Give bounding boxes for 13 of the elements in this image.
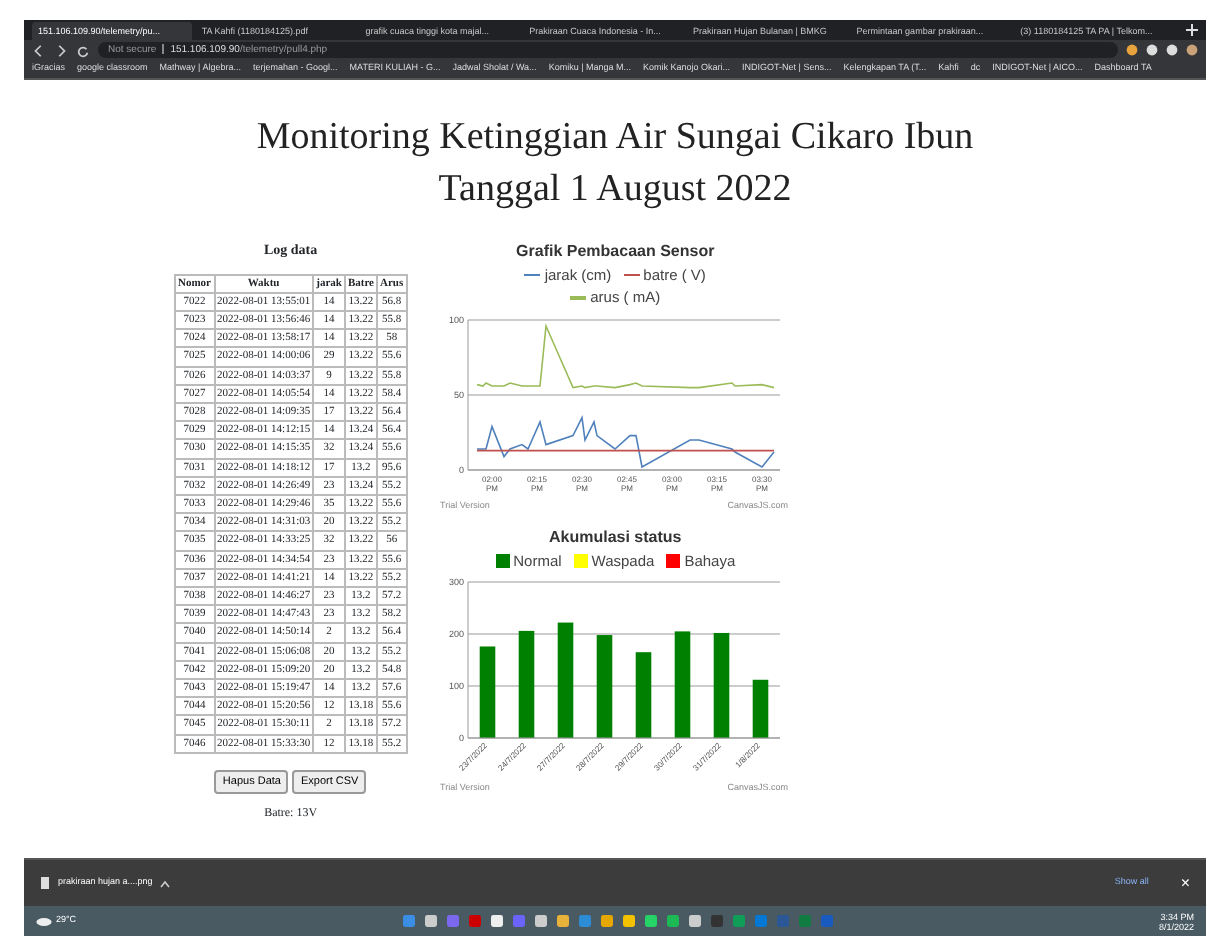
chart-title: Akumulasi status bbox=[547, 525, 684, 549]
caret-icon[interactable] bbox=[160, 879, 171, 887]
page-title: Tanggal 1 August 2022 bbox=[436, 166, 794, 214]
cloud-icon bbox=[36, 916, 52, 926]
page-title: Monitoring Ketinggian Air Sungai Cikaro Ibun bbox=[254, 114, 976, 162]
forward-icon[interactable] bbox=[54, 43, 68, 57]
reload-icon[interactable] bbox=[76, 43, 90, 57]
file-icon bbox=[40, 876, 50, 890]
close-button[interactable]: × bbox=[1180, 871, 1190, 895]
back-icon[interactable] bbox=[32, 43, 46, 57]
avatar-icon[interactable] bbox=[1186, 44, 1198, 56]
new-tab-icon[interactable] bbox=[1186, 24, 1199, 36]
chart-title: Grafik Pembacaan Sensor bbox=[514, 240, 717, 264]
